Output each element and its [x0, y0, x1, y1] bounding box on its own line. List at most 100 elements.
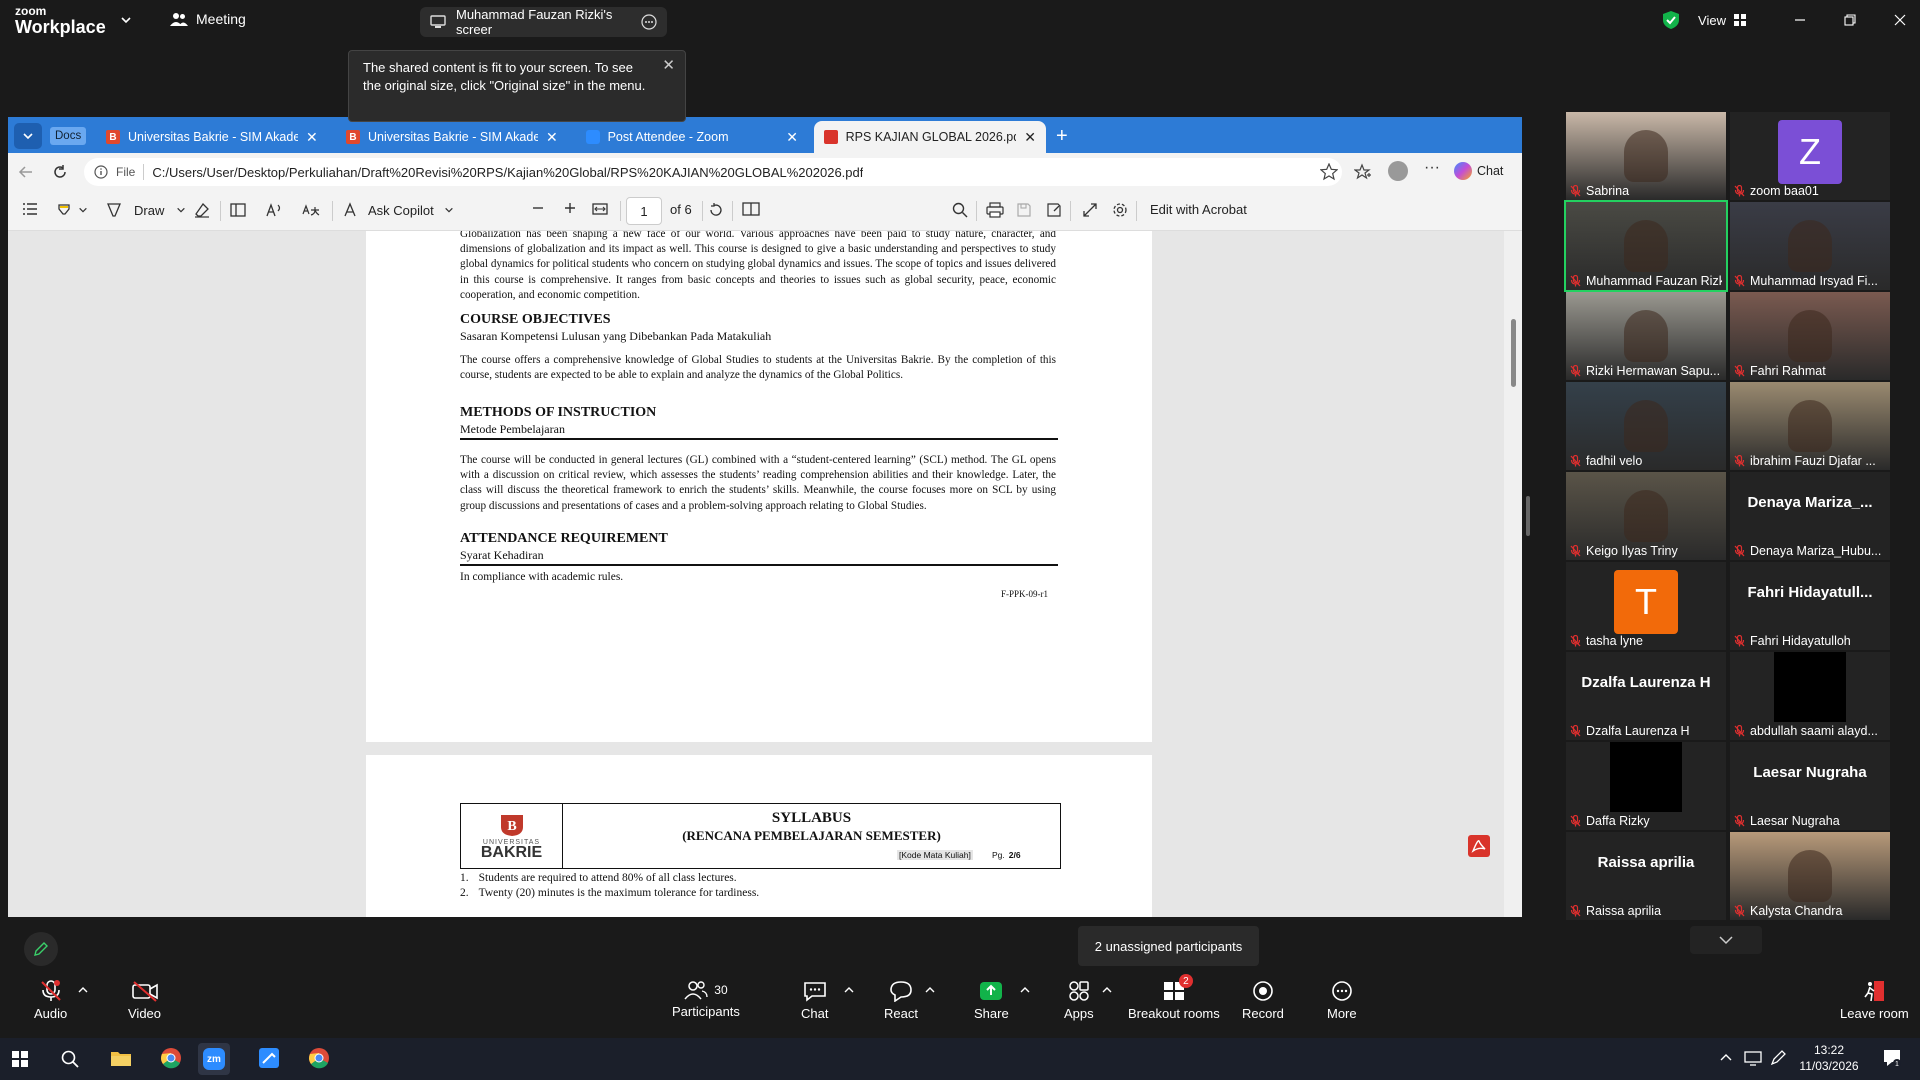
acrobat-icon[interactable] — [1468, 835, 1490, 857]
chat-options-icon[interactable] — [844, 986, 854, 994]
favorite-star-icon[interactable] — [1320, 163, 1338, 181]
tab-sim-akademik-2[interactable]: B Universitas Bakrie - SIM Akademik ✕ — [336, 121, 572, 153]
participant-tile[interactable]: Muhammad Fauzan Rizki — [1564, 200, 1728, 292]
close-tab-icon[interactable]: ✕ — [546, 129, 558, 146]
audio-button[interactable]: Audio — [34, 980, 67, 1021]
read-aloud-icon[interactable] — [266, 202, 284, 218]
draw-button[interactable]: Draw — [106, 202, 186, 218]
audio-options-icon[interactable] — [78, 986, 88, 994]
tab-actions-button[interactable] — [14, 123, 42, 149]
panel-resize-handle[interactable] — [1526, 496, 1530, 536]
minimize-icon[interactable] — [1794, 14, 1806, 26]
zoom-taskbar-icon[interactable]: zm — [198, 1043, 230, 1075]
participant-tile[interactable]: abdullah saami alayd... — [1730, 652, 1890, 740]
chevron-down-icon[interactable] — [120, 14, 132, 26]
search-icon[interactable] — [952, 202, 968, 218]
zoom-out-icon[interactable] — [532, 202, 544, 214]
chrome-icon[interactable] — [308, 1047, 330, 1069]
new-tab-button[interactable]: + — [1056, 125, 1068, 148]
more-button[interactable]: More — [1327, 980, 1357, 1021]
breakout-rooms-button[interactable]: 2 Breakout rooms — [1128, 974, 1220, 1021]
edit-with-acrobat-button[interactable]: Edit with Acrobat — [1150, 202, 1247, 217]
eraser-icon[interactable] — [194, 202, 210, 218]
participant-tile[interactable]: ibrahim Fauzi Djafar ... — [1730, 382, 1890, 470]
file-explorer-icon[interactable] — [110, 1048, 132, 1068]
whiteboard-icon[interactable] — [258, 1047, 280, 1069]
favorites-icon[interactable] — [1354, 163, 1372, 181]
participant-tile[interactable]: Fahri Rahmat — [1730, 292, 1890, 380]
participant-tile[interactable]: Laesar Nugraha Laesar Nugraha — [1730, 742, 1890, 830]
share-button[interactable]: Share — [974, 980, 1009, 1021]
save-icon[interactable] — [1016, 202, 1032, 218]
ask-copilot-button[interactable]: Ask Copilot — [342, 202, 454, 218]
zoom-in-icon[interactable] — [564, 202, 576, 214]
grid-view-icon[interactable] — [1734, 14, 1746, 26]
tab-sim-akademik-1[interactable]: B Universitas Bakrie - SIM Akademik ✕ — [96, 121, 332, 153]
text-box-icon[interactable] — [230, 202, 246, 218]
more-menu-icon[interactable]: ··· — [1424, 159, 1440, 177]
video-button[interactable]: Video — [128, 980, 161, 1021]
close-tab-icon[interactable]: ✕ — [306, 129, 318, 146]
print-icon[interactable] — [986, 202, 1004, 218]
participant-tile[interactable]: Raissa aprilia Raissa aprilia — [1566, 832, 1726, 920]
settings-gear-icon[interactable] — [1112, 202, 1128, 218]
url-field[interactable]: File C:/Users/User/Desktop/Perkuliahan/D… — [84, 158, 1342, 186]
react-options-icon[interactable] — [925, 986, 935, 994]
apps-button[interactable]: Apps — [1064, 980, 1094, 1021]
participant-tile[interactable]: Denaya Mariza_... Denaya Mariza_Hubu... — [1730, 472, 1890, 560]
info-icon[interactable] — [94, 165, 108, 179]
share-options-icon[interactable] — [1020, 986, 1030, 994]
tab-group-docs[interactable]: Docs — [50, 127, 87, 145]
chrome-icon[interactable] — [160, 1047, 182, 1069]
profile-avatar-icon[interactable] — [1388, 161, 1408, 181]
page-number-input[interactable]: 1 — [626, 197, 662, 225]
meeting-button[interactable]: Meeting — [170, 11, 246, 27]
annotate-button[interactable] — [24, 932, 58, 966]
back-arrow-icon[interactable] — [18, 164, 34, 180]
participant-tile[interactable]: Sabrina — [1566, 112, 1726, 200]
participant-tile[interactable]: Rizki Hermawan Sapu... — [1566, 292, 1726, 380]
scrollbar-thumb[interactable] — [1511, 319, 1516, 387]
refresh-icon[interactable] — [52, 164, 68, 180]
participants-button[interactable]: 30 Participants — [672, 980, 740, 1019]
save-as-icon[interactable] — [1046, 202, 1062, 218]
participant-tile[interactable]: Ttasha lyne — [1566, 562, 1726, 650]
tab-rps-pdf[interactable]: RPS KAJIAN GLOBAL 2026.pdf ✕ — [814, 121, 1046, 153]
screen-share-tab[interactable]: Muhammad Fauzan Rizki's screer — [420, 7, 667, 37]
leave-room-button[interactable]: Leave room — [1840, 980, 1909, 1021]
record-button[interactable]: Record — [1242, 980, 1284, 1021]
view-button[interactable]: View — [1698, 13, 1726, 28]
clock[interactable]: 13:22 11/03/2026 — [1790, 1042, 1868, 1074]
participant-tile[interactable]: Dzalfa Laurenza H Dzalfa Laurenza H — [1566, 652, 1726, 740]
pdf-scrollbar[interactable] — [1504, 231, 1522, 917]
apps-options-icon[interactable] — [1102, 986, 1112, 994]
notifications-icon[interactable]: 1 — [1882, 1048, 1902, 1068]
participant-tile[interactable]: Fahri Hidayatull... Fahri Hidayatulloh — [1730, 562, 1890, 650]
pen-input-icon[interactable] — [1770, 1050, 1786, 1066]
more-options-icon[interactable] — [641, 14, 657, 30]
search-icon[interactable] — [61, 1050, 79, 1068]
unassigned-participants-toast[interactable]: 2 unassigned participants — [1078, 926, 1259, 966]
close-tab-icon[interactable]: ✕ — [786, 129, 798, 146]
tab-post-attendee[interactable]: Post Attendee - Zoom ✕ — [576, 121, 808, 153]
participant-tile[interactable]: Muhammad Irsyad Fi... — [1730, 202, 1890, 290]
close-tab-icon[interactable]: ✕ — [1024, 129, 1036, 146]
close-window-icon[interactable] — [1894, 14, 1906, 26]
participant-tile[interactable]: Kalysta Chandra — [1730, 832, 1890, 920]
gallery-next-button[interactable] — [1690, 926, 1762, 954]
page-view-icon[interactable] — [742, 202, 760, 216]
fullscreen-icon[interactable] — [1082, 202, 1098, 218]
participant-tile[interactable]: Daffa Rizky — [1566, 742, 1726, 830]
participant-tile[interactable]: Keigo Ilyas Triny — [1566, 472, 1726, 560]
react-button[interactable]: React — [884, 980, 918, 1021]
chevron-up-icon[interactable] — [1720, 1052, 1732, 1062]
fit-page-icon[interactable] — [592, 202, 608, 216]
close-tooltip-icon[interactable]: ✕ — [662, 57, 675, 75]
translate-icon[interactable] — [302, 202, 320, 218]
restore-icon[interactable] — [1844, 14, 1856, 26]
participant-tile[interactable]: fadhil velo — [1566, 382, 1726, 470]
participant-tile[interactable]: Zzoom baa01 — [1730, 112, 1890, 200]
copilot-chat-button[interactable]: Chat — [1454, 162, 1503, 180]
security-shield-icon[interactable] — [1662, 10, 1680, 30]
windows-start-icon[interactable] — [12, 1051, 28, 1067]
